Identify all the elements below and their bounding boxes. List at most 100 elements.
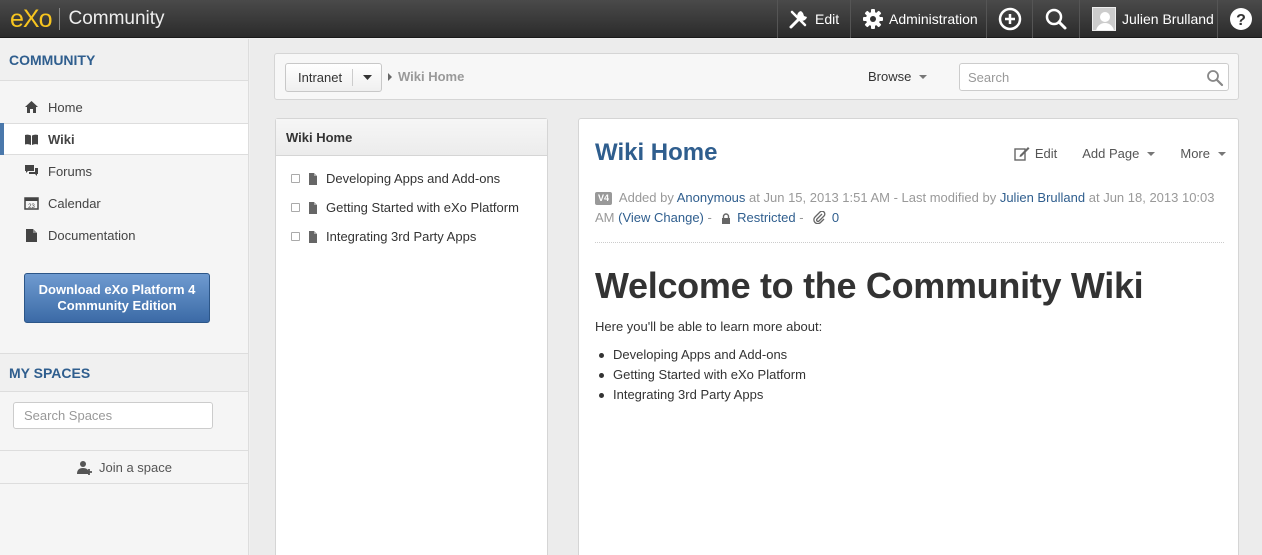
tree-item-label: Developing Apps and Add-ons: [326, 171, 501, 186]
wrench-icon: [789, 10, 807, 29]
user-menu[interactable]: Julien Brulland: [1092, 0, 1214, 38]
chevron-down-icon[interactable]: [353, 75, 381, 80]
edit-icon: [1014, 147, 1030, 161]
wiki-search-input[interactable]: [960, 64, 1195, 90]
browse-menu-button[interactable]: Browse: [868, 69, 928, 84]
main-content-area: Intranet Wiki Home Browse Wiki Home: [250, 39, 1262, 555]
view-change-link[interactable]: (View Change): [618, 210, 704, 225]
expand-icon[interactable]: [291, 232, 300, 241]
left-sidebar: COMMUNITY Home Wiki Forums 23 Calendar D…: [0, 39, 249, 555]
my-spaces-title: MY SPACES: [0, 353, 248, 392]
list-item: Integrating 3rd Party Apps: [599, 385, 806, 405]
edit-menu-label: Edit: [815, 11, 840, 27]
breadcrumb-arrow-icon: [388, 73, 392, 81]
modifier-link[interactable]: Julien Brulland: [1000, 190, 1085, 205]
edit-page-label: Edit: [1034, 146, 1058, 161]
add-user-icon: [77, 460, 92, 475]
sidebar-item-forums[interactable]: Forums: [0, 155, 248, 187]
sidebar-item-label: Calendar: [48, 195, 101, 211]
book-icon: [25, 134, 38, 145]
page-icon: [309, 230, 317, 243]
plus-circle-icon: [998, 7, 1022, 31]
tree-item[interactable]: Integrating 3rd Party Apps: [276, 222, 547, 251]
expand-icon[interactable]: [291, 203, 300, 212]
join-space-label: Join a space: [99, 459, 172, 475]
space-selector-label: Intranet: [298, 70, 343, 85]
topbar-divider: [1032, 0, 1033, 38]
topbar-divider: [777, 0, 778, 38]
sidebar-title: COMMUNITY: [0, 39, 248, 81]
join-space-link[interactable]: Join a space: [0, 450, 248, 484]
search-button[interactable]: [1044, 0, 1073, 38]
sidebar-item-label: Forums: [48, 163, 93, 179]
space-selector-button[interactable]: Intranet: [285, 63, 382, 92]
list-item: Getting Started with eXo Platform: [599, 365, 806, 385]
add-page-menu-button[interactable]: Add Page: [1082, 146, 1156, 161]
administration-menu-button[interactable]: Administration: [862, 0, 978, 38]
more-menu-button[interactable]: More: [1180, 146, 1226, 161]
top-navigation-bar: eXo Community Edit Administration Julien…: [0, 0, 1262, 38]
sidebar-item-home[interactable]: Home: [0, 91, 248, 123]
divider: [595, 242, 1224, 243]
tree-item[interactable]: Getting Started with eXo Platform: [276, 193, 547, 222]
sidebar-item-calendar[interactable]: 23 Calendar: [0, 187, 248, 219]
separator: -: [799, 210, 804, 225]
added-date: at Jun 15, 2013 1:51 AM - Last modified …: [749, 190, 997, 205]
edit-page-button[interactable]: Edit: [1014, 146, 1057, 161]
home-icon: [25, 101, 38, 113]
topbar-divider: [1217, 0, 1218, 38]
calendar-icon: 23: [24, 197, 39, 210]
topbar-divider: [986, 0, 987, 38]
tree-item[interactable]: Developing Apps and Add-ons: [276, 164, 547, 193]
exo-logo[interactable]: eXo Community: [10, 5, 165, 33]
administration-menu-label: Administration: [889, 11, 978, 27]
breadcrumb[interactable]: Wiki Home: [398, 69, 464, 84]
sidebar-item-documentation[interactable]: Documentation: [0, 219, 248, 251]
svg-text:23: 23: [28, 204, 35, 210]
tree-list: Developing Apps and Add-ons Getting Star…: [276, 156, 547, 251]
user-name: Julien Brulland: [1122, 11, 1214, 27]
restricted-link[interactable]: Restricted: [737, 210, 796, 225]
page-info: V4 Added by Anonymous at Jun 15, 2013 1:…: [595, 188, 1215, 228]
topbar-divider: [1079, 0, 1080, 38]
page-title: Wiki Home: [595, 139, 718, 166]
chevron-down-icon: [919, 74, 928, 79]
separator: -: [707, 210, 712, 225]
tree-item-label: Integrating 3rd Party Apps: [326, 229, 477, 244]
wiki-page-tree: Wiki Home Developing Apps and Add-ons Ge…: [275, 118, 548, 555]
version-badge[interactable]: V4: [595, 192, 613, 205]
add-page-label: Add Page: [1082, 146, 1140, 161]
creator-link[interactable]: Anonymous: [677, 190, 746, 205]
sidebar-navigation: Home Wiki Forums 23 Calendar Documentati…: [0, 81, 248, 251]
logo-text: eXo: [10, 4, 52, 33]
wiki-search-field[interactable]: [959, 63, 1229, 91]
edit-menu-button[interactable]: Edit: [788, 0, 839, 38]
content-heading: Welcome to the Community Wiki: [595, 265, 1144, 306]
search-icon[interactable]: [1206, 69, 1224, 87]
topbar-divider: [850, 0, 851, 38]
expand-icon[interactable]: [291, 174, 300, 183]
attachments-count-link[interactable]: 0: [832, 210, 839, 225]
search-spaces-input[interactable]: [13, 402, 213, 429]
chat-icon: [25, 165, 38, 176]
page-icon: [309, 201, 317, 214]
chevron-down-icon: [1147, 151, 1156, 156]
sidebar-item-wiki[interactable]: Wiki: [0, 123, 248, 155]
help-button[interactable]: ?: [1229, 0, 1258, 38]
page-actions: Edit Add Page More: [989, 146, 1226, 161]
list-item: Developing Apps and Add-ons: [599, 345, 806, 365]
svg-text:?: ?: [1236, 12, 1246, 29]
browse-label: Browse: [868, 69, 912, 84]
logo-divider: [59, 8, 61, 30]
sidebar-item-label: Documentation: [48, 227, 136, 243]
document-icon: [26, 228, 37, 242]
chevron-down-icon: [1218, 151, 1226, 156]
download-platform-button[interactable]: Download eXo Platform 4 Community Editio…: [24, 273, 210, 323]
add-button[interactable]: [998, 0, 1027, 38]
more-label: More: [1180, 146, 1210, 161]
content-bullet-list: Developing Apps and Add-ons Getting Star…: [599, 345, 806, 405]
brand-name: Community: [68, 8, 165, 29]
lock-icon: [722, 213, 731, 224]
tree-title[interactable]: Wiki Home: [276, 119, 547, 156]
sidebar-item-label: Wiki: [48, 131, 75, 147]
